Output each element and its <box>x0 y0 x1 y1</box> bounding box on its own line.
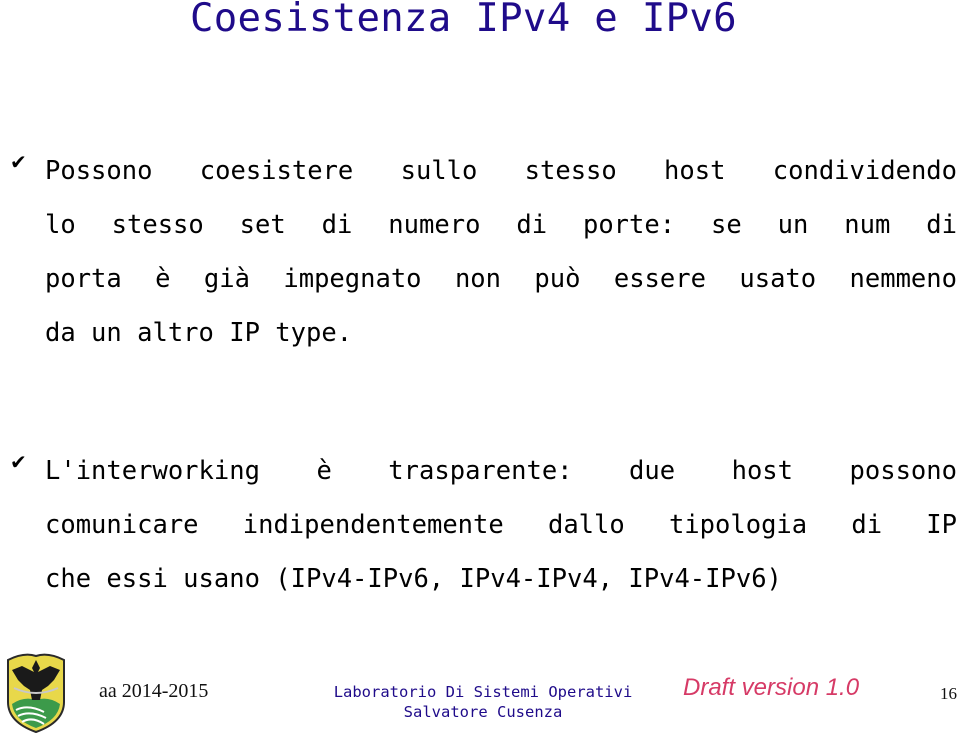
academic-year: aa 2014-2015 <box>99 680 209 702</box>
university-crest-logo <box>7 653 65 734</box>
draft-version-label: Draft version 1.0 <box>683 674 860 701</box>
slide-title: Coesistenza IPv4 e IPv6 <box>190 0 737 41</box>
bullet-line: che essi usano (IPv4-IPv6, IPv4-IPv4, IP… <box>45 564 782 594</box>
bullet-line: porta è già impegnato non può essere usa… <box>45 264 957 294</box>
author-name: Salvatore Cusenza <box>403 703 563 721</box>
course-info: Laboratorio Di Sistemi Operativi Salvato… <box>330 682 636 722</box>
course-name: Laboratorio Di Sistemi Operativi <box>333 683 633 701</box>
check-icon: ✔ <box>10 150 27 174</box>
bullet-line: comunicare indipendentemente dallo tipol… <box>45 510 957 540</box>
bullet-line: lo stesso set di numero di porte: se un … <box>45 210 957 240</box>
bullet-line: da un altro IP type. <box>45 318 353 348</box>
page-number: 16 <box>940 684 957 703</box>
bullet-line: L'interworking è trasparente: due host p… <box>45 456 957 486</box>
bullet-line: Possono coesistere sullo stesso host con… <box>45 156 957 186</box>
check-icon: ✔ <box>10 450 27 474</box>
